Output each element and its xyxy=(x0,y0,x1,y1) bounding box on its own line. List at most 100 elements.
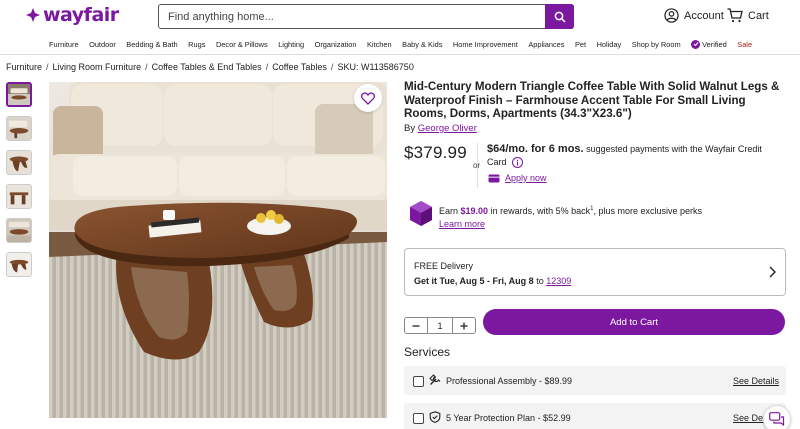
breadcrumb: Furniture / Living Room Furniture / Coff… xyxy=(6,62,414,72)
breadcrumb-separator: / xyxy=(330,62,334,72)
breadcrumb-furniture[interactable]: Furniture xyxy=(6,62,42,72)
cart-label: Cart xyxy=(748,9,769,22)
delivery-title: FREE Delivery xyxy=(414,261,474,271)
financing-info: $64/mo. for 6 mos. suggested payments wi… xyxy=(487,143,777,169)
thumbnail-1[interactable] xyxy=(6,82,32,107)
by-label: By xyxy=(404,123,416,134)
plus-icon xyxy=(460,322,468,329)
assembly-label: Professional Assembly - $89.99 xyxy=(446,376,573,386)
nav-item-verified[interactable]: Verified xyxy=(691,39,727,49)
nav-item-outdoor[interactable]: Outdoor xyxy=(89,40,116,49)
nav-item-bedding-bath[interactable]: Bedding & Bath xyxy=(126,40,177,49)
rewards-cube-icon xyxy=(410,201,432,226)
wayfair-logo[interactable]: wayfair xyxy=(26,5,119,25)
account-button[interactable]: Account xyxy=(664,8,724,23)
nav-item-shop-by-room[interactable]: Shop by Room xyxy=(632,40,681,49)
nav-item-organization[interactable]: Organization xyxy=(315,40,357,49)
services-heading: Services xyxy=(404,345,451,359)
chat-icon xyxy=(769,412,785,426)
info-icon[interactable] xyxy=(512,157,524,169)
breadcrumb-separator: / xyxy=(265,62,269,72)
delivery-window: Get it Tue, Aug 5 - Fri, Aug 8 xyxy=(414,276,534,286)
product-title: Mid-Century Modern Triangle Coffee Table… xyxy=(404,80,780,120)
product-price: $379.99 xyxy=(404,143,467,162)
site-header: wayfair Account Cart xyxy=(0,0,800,34)
protection-label: 5 Year Protection Plan - $52.99 xyxy=(446,413,571,423)
credit-card-icon xyxy=(488,174,500,182)
cart-button[interactable]: Cart xyxy=(727,8,769,23)
nav-item-furniture[interactable]: Furniture xyxy=(49,40,79,49)
quantity-stepper: 1 xyxy=(404,317,476,334)
account-label: Account xyxy=(684,9,724,22)
brand-link[interactable]: George Oliver xyxy=(418,123,477,134)
shield-icon xyxy=(429,411,441,423)
verified-label: Verified xyxy=(702,39,727,49)
search-bar xyxy=(158,4,574,29)
tools-icon xyxy=(429,374,441,385)
apply-now-row: Apply now xyxy=(488,173,547,183)
learn-more-link[interactable]: Learn more xyxy=(439,219,485,229)
product-photo xyxy=(49,82,387,418)
search-icon xyxy=(554,11,566,23)
logo-text: wayfair xyxy=(43,4,119,26)
cart-icon xyxy=(727,8,743,23)
quantity-value[interactable]: 1 xyxy=(427,318,453,333)
or-label: or xyxy=(473,161,481,170)
breadcrumb-separator: / xyxy=(46,62,49,72)
thumbnail-5[interactable] xyxy=(6,218,32,243)
thumbnail-4[interactable] xyxy=(6,184,32,209)
minus-icon xyxy=(412,324,420,327)
zip-code-link[interactable]: 12309 xyxy=(546,276,571,286)
delivery-date: Get it Tue, Aug 5 - Fri, Aug 8 to 12309 xyxy=(414,276,571,286)
category-nav: Furniture Outdoor Bedding & Bath Rugs De… xyxy=(0,34,800,55)
nav-item-decor-pillows[interactable]: Decor & Pillows xyxy=(216,40,268,49)
brand-byline: By George Oliver xyxy=(404,123,477,134)
thumbnail-2[interactable] xyxy=(6,116,32,141)
breadcrumb-coffee-tables[interactable]: Coffee Tables xyxy=(272,62,327,72)
breadcrumb-coffee-end-tables[interactable]: Coffee Tables & End Tables xyxy=(152,62,262,72)
rewards-row: Earn $19.00 in rewards, with 5% back1, p… xyxy=(410,201,702,230)
service-row-protection: 5 Year Protection Plan - $52.99 See Deta… xyxy=(404,403,786,429)
chevron-right-icon xyxy=(769,266,776,278)
verified-icon xyxy=(691,39,701,49)
nav-item-pet[interactable]: Pet xyxy=(575,40,586,49)
breadcrumb-separator: / xyxy=(145,62,148,72)
add-to-cart-button[interactable]: Add to Cart xyxy=(483,309,785,335)
rewards-text: Earn $19.00 in rewards, with 5% back1, p… xyxy=(439,203,702,230)
nav-item-home-improvement[interactable]: Home Improvement xyxy=(453,40,518,49)
rewards-description: in rewards, with 5% back xyxy=(490,206,591,216)
rewards-amount: $19.00 xyxy=(460,206,489,216)
assembly-checkbox[interactable] xyxy=(413,376,424,387)
delivery-card[interactable]: FREE Delivery Get it Tue, Aug 5 - Fri, A… xyxy=(404,248,786,296)
decrease-quantity-button[interactable] xyxy=(405,318,427,333)
assembly-see-details-link[interactable]: See Details xyxy=(733,376,779,386)
product-main-image[interactable] xyxy=(49,82,387,418)
breadcrumb-living-room-furniture[interactable]: Living Room Furniture xyxy=(53,62,142,72)
logo-mark-icon xyxy=(26,8,40,22)
heart-icon xyxy=(361,91,375,105)
rewards-tail: , plus more exclusive perks xyxy=(593,206,703,216)
nav-item-appliances[interactable]: Appliances xyxy=(528,40,564,49)
nav-item-rugs[interactable]: Rugs xyxy=(188,40,205,49)
protection-checkbox[interactable] xyxy=(413,413,424,424)
monthly-payment: $64/mo. for 6 mos. xyxy=(487,143,584,155)
search-button[interactable] xyxy=(545,4,574,29)
favorite-button[interactable] xyxy=(354,84,382,112)
delivery-to: to xyxy=(536,276,544,286)
nav-item-sale[interactable]: Sale xyxy=(737,40,752,49)
nav-item-holiday[interactable]: Holiday xyxy=(597,40,622,49)
thumbnail-6[interactable] xyxy=(6,252,32,277)
nav-item-lighting[interactable]: Lighting xyxy=(278,40,304,49)
increase-quantity-button[interactable] xyxy=(453,318,475,333)
apply-now-link[interactable]: Apply now xyxy=(505,173,547,183)
account-icon xyxy=(664,8,679,23)
service-row-assembly: Professional Assembly - $89.99 See Detai… xyxy=(404,366,786,395)
nav-item-baby-kids[interactable]: Baby & Kids xyxy=(402,40,442,49)
thumbnail-list xyxy=(6,82,32,286)
rewards-earn: Earn xyxy=(439,206,459,216)
sku-label: SKU: W113586750 xyxy=(337,62,414,72)
search-input[interactable] xyxy=(159,5,545,28)
nav-item-kitchen[interactable]: Kitchen xyxy=(367,40,392,49)
thumbnail-3[interactable] xyxy=(6,150,32,175)
chat-button[interactable] xyxy=(763,405,791,429)
